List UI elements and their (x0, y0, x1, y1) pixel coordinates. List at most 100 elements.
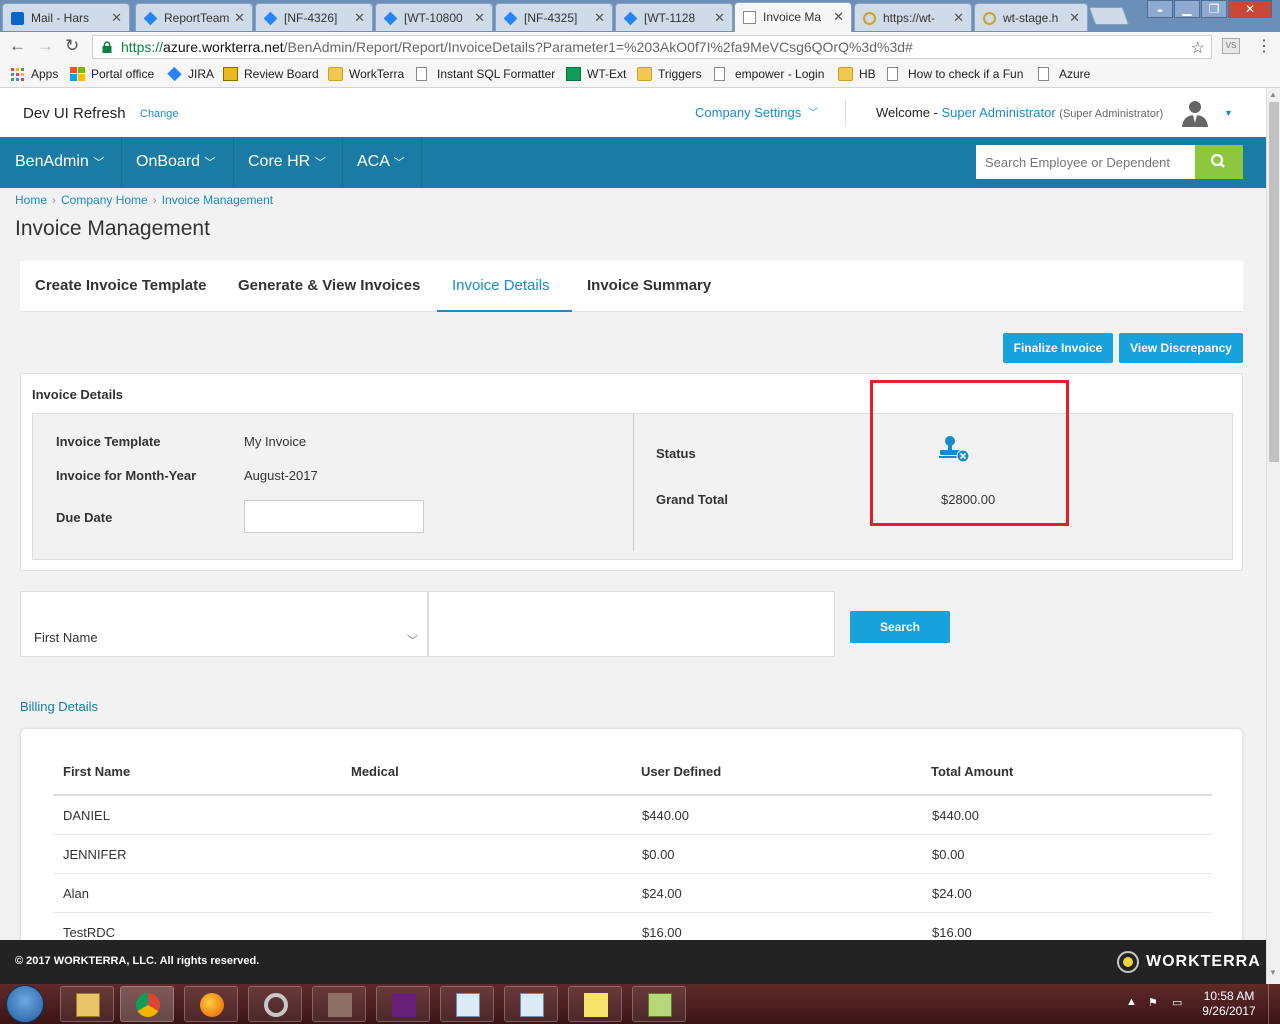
close-icon[interactable]: ✕ (953, 10, 964, 26)
search-icon (1210, 153, 1225, 168)
filter-value-input[interactable] (428, 591, 835, 657)
bookmark-review-board[interactable]: Review Board (223, 67, 319, 81)
close-icon[interactable]: ✕ (234, 10, 245, 26)
bookmark-workterra[interactable]: WorkTerra (328, 67, 404, 81)
bookmark-jira[interactable]: JIRA (167, 66, 214, 82)
browser-tab[interactable]: [NF-4326] ✕ (255, 3, 373, 31)
due-date-field[interactable] (244, 500, 424, 533)
company-settings-menu[interactable]: Company Settings (695, 105, 801, 120)
show-desktop-button[interactable] (1268, 984, 1280, 1024)
chevron-down-icon: ﹀ (93, 157, 105, 169)
taskbar-app[interactable] (568, 986, 622, 1022)
folder-icon (637, 67, 652, 81)
diamond-icon (383, 11, 398, 26)
avatar[interactable] (1180, 99, 1210, 127)
filter-field-select[interactable]: First Name ﹀ (20, 591, 428, 657)
close-icon[interactable]: ✕ (111, 10, 122, 26)
browser-tab[interactable]: [NF-4325] ✕ (495, 3, 613, 31)
bookmark-triggers[interactable]: Triggers (637, 67, 702, 81)
chevron-down-icon[interactable]: ﹀ (808, 104, 818, 119)
page-scrollbar[interactable]: ▲ ▼ (1266, 88, 1280, 984)
browser-tab-active[interactable]: Invoice Ma ✕ (734, 2, 852, 32)
taskbar-app[interactable] (504, 986, 558, 1022)
taskbar-app[interactable] (376, 986, 430, 1022)
filter-search-button[interactable]: Search (850, 611, 950, 643)
chevron-down-icon: ﹀ (204, 157, 216, 169)
user-icon[interactable]: ◒ (1147, 0, 1173, 18)
scroll-down-icon[interactable]: ▼ (1269, 968, 1277, 977)
taskbar-app[interactable] (440, 986, 494, 1022)
scrollbar-thumb[interactable] (1269, 102, 1279, 462)
reload-icon[interactable]: ↻ (65, 36, 79, 56)
breadcrumb-home[interactable]: Home (15, 193, 47, 207)
nav-item-aca[interactable]: ACA ﹀ (343, 137, 422, 188)
bookmark-azure[interactable]: Azure (1038, 67, 1090, 81)
show-hidden-icons[interactable]: ▲ (1126, 996, 1137, 1008)
taskbar-app[interactable] (248, 986, 302, 1022)
search-button[interactable] (1195, 145, 1243, 179)
restore-icon[interactable]: ❐ (1201, 0, 1227, 18)
windows-start-icon[interactable] (6, 985, 44, 1023)
divider (633, 414, 634, 551)
menu-icon[interactable]: ⋮ (1256, 36, 1272, 56)
finalize-invoice-button[interactable]: Finalize Invoice (1003, 333, 1113, 363)
tab-invoice-summary[interactable]: Invoice Summary (587, 261, 711, 312)
bookmark-sql-formatter[interactable]: Instant SQL Formatter (416, 67, 555, 81)
browser-tab[interactable]: https://wt- ✕ (854, 3, 972, 31)
column-header: First Name (63, 764, 131, 779)
bookmark-apps[interactable]: Apps (10, 67, 58, 81)
network-icon[interactable]: ▭ (1172, 996, 1182, 1009)
flag-icon[interactable]: ⚑ (1148, 996, 1158, 1009)
invoice-template-value: My Invoice (244, 434, 307, 449)
taskbar-app[interactable] (60, 986, 114, 1022)
view-discrepancy-button[interactable]: View Discrepancy (1119, 333, 1243, 363)
forward-icon[interactable]: → (37, 36, 54, 56)
extension-icon[interactable]: VS (1222, 38, 1240, 54)
close-icon[interactable]: ✕ (1069, 10, 1080, 26)
browser-tab[interactable]: wt-stage.h ✕ (974, 3, 1088, 31)
bookmark-portal-office[interactable]: Portal office (70, 67, 154, 81)
tab-create-invoice-template[interactable]: Create Invoice Template (35, 261, 206, 312)
user-name[interactable]: Super Administrator (942, 105, 1056, 120)
breadcrumb-invoice-management[interactable]: Invoice Management (162, 193, 273, 207)
browser-tab[interactable]: ReportTeam ✕ (135, 3, 253, 31)
browser-tab[interactable]: Mail - Hars ✕ (2, 3, 130, 31)
bookmark-hb[interactable]: HB (838, 67, 876, 81)
minimize-icon[interactable]: ▁ (1174, 0, 1200, 18)
address-bar[interactable]: https://azure.workterra.net/BenAdmin/Rep… (92, 35, 1212, 59)
close-icon[interactable]: ✕ (594, 10, 605, 26)
bookmark-check-function[interactable]: How to check if a Fun (887, 67, 1023, 81)
tab-generate-view-invoices[interactable]: Generate & View Invoices (238, 261, 420, 312)
close-icon[interactable]: ✕ (474, 10, 485, 26)
taskbar-app[interactable] (184, 986, 238, 1022)
bookmark-star-icon[interactable]: ☆ (1191, 38, 1205, 58)
scroll-up-icon[interactable]: ▲ (1269, 90, 1277, 99)
taskbar-app[interactable] (120, 986, 174, 1022)
chevron-down-icon: ﹀ (314, 157, 326, 169)
bookmark-wt-ext[interactable]: WT-Ext (566, 67, 626, 81)
taskbar-app[interactable] (632, 986, 686, 1022)
column-header: Medical (351, 764, 399, 779)
nav-item-core-hr[interactable]: Core HR ﹀ (234, 137, 343, 188)
breadcrumb-company-home[interactable]: Company Home (61, 193, 148, 207)
tab-invoice-details[interactable]: Invoice Details (437, 261, 572, 312)
change-company-link[interactable]: Change (140, 108, 179, 120)
main-nav: BenAdmin ﹀ OnBoard ﹀ Core HR ﹀ ACA ﹀ (0, 137, 1266, 188)
taskbar-app[interactable] (312, 986, 366, 1022)
employee-search-input[interactable] (976, 145, 1195, 179)
new-tab-button[interactable] (1088, 7, 1130, 25)
back-icon[interactable]: ← (9, 36, 26, 56)
page-icon (1038, 67, 1049, 81)
nav-item-onboard[interactable]: OnBoard ﹀ (122, 137, 234, 188)
close-window-icon[interactable]: ✕ (1228, 0, 1272, 18)
bookmark-empower[interactable]: empower - Login (714, 67, 824, 81)
close-icon[interactable]: ✕ (833, 9, 844, 25)
system-clock[interactable]: 10:58 AM 9/26/2017 (1196, 989, 1262, 1019)
close-icon[interactable]: ✕ (354, 10, 365, 26)
nav-item-benadmin[interactable]: BenAdmin ﹀ (0, 137, 122, 188)
browser-tab[interactable]: [WT-10800 ✕ (375, 3, 493, 31)
workterra-logo-icon (1117, 951, 1139, 973)
caret-down-icon[interactable]: ▼ (1224, 108, 1233, 118)
close-icon[interactable]: ✕ (714, 10, 725, 26)
browser-tab[interactable]: [WT-1128 ✕ (615, 3, 733, 31)
